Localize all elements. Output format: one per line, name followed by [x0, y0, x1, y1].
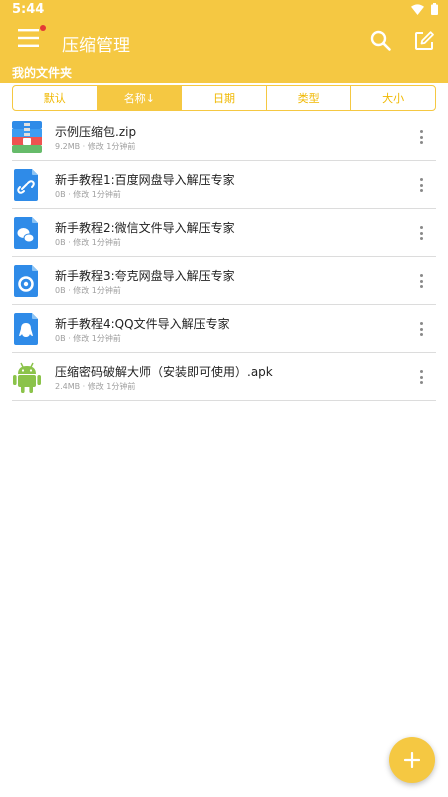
file-meta: 9.2MB · 修改 1分钟前	[55, 142, 136, 151]
search-button[interactable]	[369, 29, 393, 53]
list-item[interactable]: 新手教程2:微信文件导入解压专家 0B · 修改 1分钟前	[12, 210, 436, 257]
link-document-icon	[14, 169, 38, 201]
file-meta: 0B · 修改 1分钟前	[55, 238, 121, 247]
qq-document-icon	[14, 313, 38, 345]
search-icon	[370, 30, 391, 51]
sort-tab-date[interactable]: 日期	[182, 86, 267, 110]
file-name: 新手教程1:百度网盘导入解压专家	[55, 173, 235, 187]
breadcrumb[interactable]: 我的文件夹	[12, 64, 72, 81]
status-time: 5:44	[12, 2, 45, 17]
status-icons	[411, 3, 438, 15]
list-item[interactable]: 新手教程4:QQ文件导入解压专家 0B · 修改 1分钟前	[12, 306, 436, 353]
app-header: 5:44 压缩管理 我的文件夹	[0, 0, 448, 83]
file-meta: 0B · 修改 1分钟前	[55, 286, 121, 295]
page-title: 压缩管理	[62, 36, 130, 56]
sort-tab-size[interactable]: 大小	[351, 86, 435, 110]
more-options-icon[interactable]	[414, 178, 428, 192]
wifi-icon	[411, 3, 424, 15]
more-options-icon[interactable]	[414, 370, 428, 384]
zip-archive-icon	[12, 121, 42, 153]
more-options-icon[interactable]	[414, 274, 428, 288]
list-item[interactable]: 示例压缩包.zip 9.2MB · 修改 1分钟前	[12, 114, 436, 161]
file-name: 新手教程4:QQ文件导入解压专家	[55, 317, 230, 331]
sort-tab-default[interactable]: 默认	[13, 86, 98, 110]
status-bar: 5:44	[0, 0, 448, 20]
plus-icon	[404, 752, 420, 768]
file-name: 压缩密码破解大师（安装即可使用）.apk	[55, 365, 273, 379]
list-item[interactable]: 压缩密码破解大师（安装即可使用）.apk 2.4MB · 修改 1分钟前	[12, 354, 436, 401]
file-name: 新手教程3:夸克网盘导入解压专家	[55, 269, 235, 283]
file-list: 示例压缩包.zip 9.2MB · 修改 1分钟前 新手教程1:百度网盘导入解压…	[12, 114, 436, 402]
file-meta: 0B · 修改 1分钟前	[55, 190, 121, 199]
sort-tab-type[interactable]: 类型	[267, 86, 352, 110]
list-item[interactable]: 新手教程1:百度网盘导入解压专家 0B · 修改 1分钟前	[12, 162, 436, 209]
hamburger-menu-icon	[18, 29, 39, 47]
add-button[interactable]	[389, 737, 435, 783]
quark-document-icon	[14, 265, 38, 297]
battery-icon	[431, 3, 438, 15]
file-meta: 2.4MB · 修改 1分钟前	[55, 382, 136, 391]
file-meta: 0B · 修改 1分钟前	[55, 334, 121, 343]
more-options-icon[interactable]	[414, 226, 428, 240]
list-item[interactable]: 新手教程3:夸克网盘导入解压专家 0B · 修改 1分钟前	[12, 258, 436, 305]
menu-button[interactable]	[18, 28, 46, 52]
file-name: 示例压缩包.zip	[55, 125, 137, 139]
wechat-document-icon	[14, 217, 38, 249]
sort-bar: 默认 名称↓ 日期 类型 大小	[12, 85, 436, 111]
sort-tab-name[interactable]: 名称↓	[97, 86, 183, 110]
file-name: 新手教程2:微信文件导入解压专家	[55, 221, 235, 235]
edit-button[interactable]	[412, 29, 436, 53]
more-options-icon[interactable]	[414, 130, 428, 144]
edit-icon	[415, 31, 434, 50]
notification-dot	[40, 25, 46, 31]
android-icon	[13, 362, 41, 393]
more-options-icon[interactable]	[414, 322, 428, 336]
